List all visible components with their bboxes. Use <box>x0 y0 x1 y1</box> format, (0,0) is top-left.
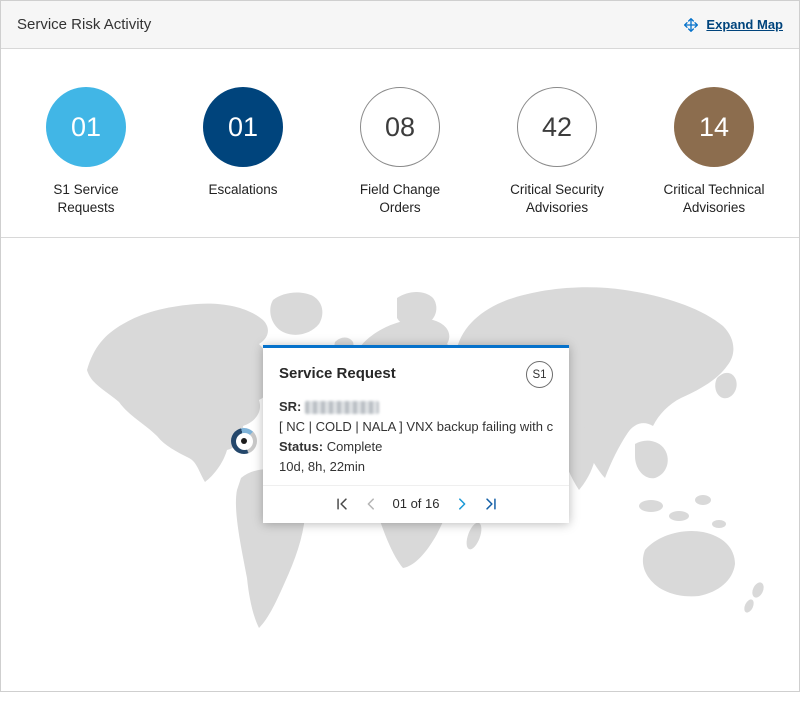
sr-label: SR: <box>279 399 301 414</box>
risk-map-area: Service Request S1 SR: [ NC | COLD | NAL… <box>1 238 799 691</box>
chevron-right-icon <box>455 497 469 511</box>
stat-label-s1: S1 Service Requests <box>26 181 146 217</box>
last-page-icon <box>484 497 498 511</box>
first-page-icon <box>335 497 349 511</box>
expand-map-link[interactable]: Expand Map <box>683 17 783 33</box>
previous-page-button[interactable] <box>364 497 378 511</box>
stat-circle-cta: 14 <box>674 87 754 167</box>
status-label: Status: <box>279 439 323 454</box>
map-marker-dot <box>241 438 247 444</box>
stat-critical-technical-advisories[interactable]: 14 Critical Technical Advisories <box>639 87 789 237</box>
stat-critical-security-advisories[interactable]: 42 Critical Security Advisories <box>482 87 632 237</box>
risk-stats-row: 01 S1 Service Requests 01 Escalations 08… <box>1 49 799 238</box>
stat-label-fco: Field Change Orders <box>340 181 460 217</box>
stat-circle-csa: 42 <box>517 87 597 167</box>
stat-field-change-orders[interactable]: 08 Field Change Orders <box>325 87 475 237</box>
last-page-button[interactable] <box>484 497 498 511</box>
stat-label-cta: Critical Technical Advisories <box>654 181 774 217</box>
widget-header: Service Risk Activity Expand Map <box>1 1 799 49</box>
status-value: Complete <box>327 439 383 454</box>
pagination-status: 01 of 16 <box>393 496 440 511</box>
popup-pagination: 01 of 16 <box>263 485 569 523</box>
duration-text: 10d, 8h, 22min <box>279 458 553 477</box>
stat-circle-fco: 08 <box>360 87 440 167</box>
stat-circle-s1: 01 <box>46 87 126 167</box>
expand-map-label: Expand Map <box>706 17 783 32</box>
service-risk-activity-widget: Service Risk Activity Expand Map 01 S1 S… <box>0 0 800 692</box>
first-page-button[interactable] <box>335 497 349 511</box>
popup-body: Service Request S1 SR: [ NC | COLD | NAL… <box>263 348 569 476</box>
map-marker-inner <box>236 433 253 450</box>
popup-title: Service Request <box>279 361 396 382</box>
map-marker-service-request[interactable] <box>231 428 257 454</box>
sr-description: [ NC | COLD | NALA ] VNX backup failing … <box>279 418 553 437</box>
stat-label-escalations: Escalations <box>208 181 277 199</box>
stat-circle-escalations: 01 <box>203 87 283 167</box>
move-expand-icon <box>683 17 699 33</box>
stat-s1-service-requests[interactable]: 01 S1 Service Requests <box>11 87 161 237</box>
next-page-button[interactable] <box>455 497 469 511</box>
sr-number-redacted <box>305 401 379 414</box>
severity-badge: S1 <box>526 361 553 388</box>
stat-escalations[interactable]: 01 Escalations <box>168 87 318 237</box>
chevron-left-icon <box>364 497 378 511</box>
sr-number-line: SR: <box>279 398 553 417</box>
page-title: Service Risk Activity <box>17 16 151 33</box>
stat-label-csa: Critical Security Advisories <box>497 181 617 217</box>
service-request-popup: Service Request S1 SR: [ NC | COLD | NAL… <box>263 345 569 523</box>
status-line: Status: Complete <box>279 438 553 457</box>
